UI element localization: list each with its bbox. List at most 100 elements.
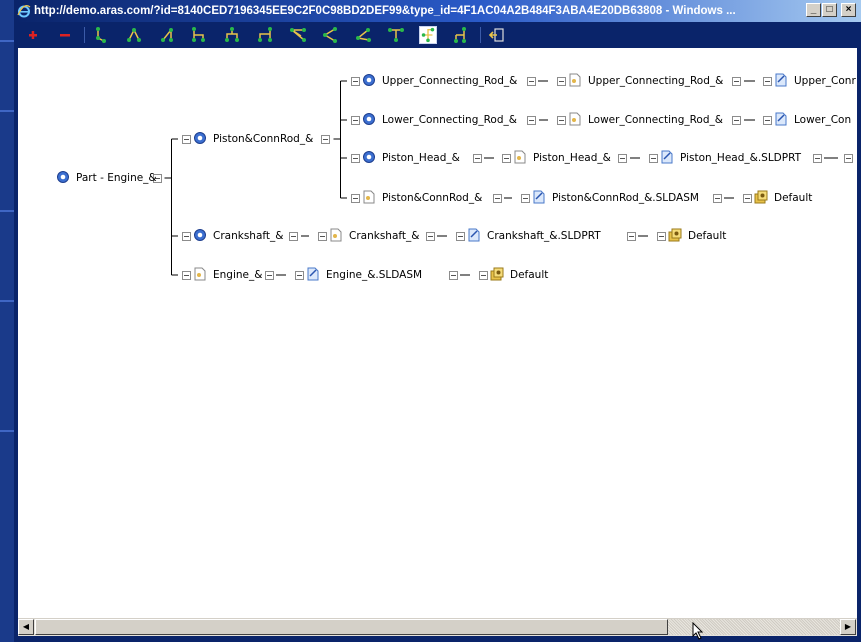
tree-node-engine-doc[interactable]: Engine_&: [193, 267, 262, 283]
desktop-stripe: [0, 210, 14, 212]
layout-angle-icon[interactable]: [321, 26, 339, 44]
tree-node-piston-connrod[interactable]: Piston&ConnRod_&: [193, 131, 313, 147]
tree-node-piston-head-part[interactable]: Piston_Head_&: [362, 150, 460, 166]
collapse-toggle[interactable]: [844, 154, 853, 163]
tree-node-piston-head-cad[interactable]: Piston_Head_&.SLDPRT: [660, 150, 801, 166]
tree-node-engine-cad[interactable]: Engine_&.SLDASM: [306, 267, 422, 283]
collapse-toggle[interactable]: [813, 154, 822, 163]
document-icon: [569, 73, 581, 87]
tree-node-upper-cad[interactable]: Upper_Conr: [774, 73, 856, 89]
collapse-toggle[interactable]: [763, 116, 772, 125]
collapse-toggle[interactable]: [627, 232, 636, 241]
layout-branch-icon[interactable]: [190, 26, 208, 44]
minimize-button[interactable]: _: [806, 3, 821, 17]
collapse-toggle[interactable]: [449, 271, 458, 280]
collapse-toggle[interactable]: [732, 77, 741, 86]
tree-node-pcr-cad[interactable]: Piston&ConnRod_&.SLDASM: [532, 190, 699, 206]
collapse-toggle[interactable]: [351, 154, 360, 163]
cad-file-icon: [533, 190, 545, 204]
collapse-toggle[interactable]: [763, 77, 772, 86]
collapse-toggle[interactable]: [289, 232, 298, 241]
collapse-toggle[interactable]: [318, 232, 327, 241]
collapse-toggle[interactable]: [456, 232, 465, 241]
desktop-stripe: [0, 40, 14, 42]
layout-right-icon[interactable]: [158, 26, 176, 44]
layout-top-branch-icon[interactable]: [387, 26, 405, 44]
title-bar[interactable]: http://demo.aras.com/?id=8140CED7196345E…: [14, 0, 861, 22]
collapse-toggle[interactable]: [182, 135, 191, 144]
configuration-icon: [490, 267, 504, 281]
tree-node-crank-default[interactable]: Default: [668, 228, 726, 244]
tree-node-crank-cad[interactable]: Crankshaft_&.SLDPRT: [467, 228, 601, 244]
collapse-toggle[interactable]: [732, 116, 741, 125]
layout-org-icon[interactable]: [223, 26, 241, 44]
browser-window: http://demo.aras.com/?id=8140CED7196345E…: [14, 0, 861, 642]
plus-icon[interactable]: [24, 26, 42, 44]
layout-balanced-icon[interactable]: [125, 26, 143, 44]
tree-node-lower-cad[interactable]: Lower_Con: [774, 112, 851, 128]
collapse-toggle[interactable]: [713, 194, 722, 203]
scroll-right-button[interactable]: ▶: [840, 619, 856, 635]
collapse-toggle[interactable]: [743, 194, 752, 203]
collapse-toggle[interactable]: [351, 116, 360, 125]
layout-horizontal-tree-icon[interactable]: [419, 26, 437, 44]
desktop-stripe: [0, 110, 14, 112]
scroll-left-button[interactable]: ◀: [18, 619, 34, 635]
layout-angle-alt-icon[interactable]: [354, 26, 372, 44]
document-icon: [330, 228, 342, 242]
collapse-toggle[interactable]: [521, 194, 530, 203]
collapse-toggle[interactable]: [295, 271, 304, 280]
collapse-toggle[interactable]: [351, 77, 360, 86]
collapse-toggle[interactable]: [493, 194, 502, 203]
part-icon: [194, 132, 206, 144]
layout-top-down-icon[interactable]: [92, 26, 110, 44]
collapse-toggle[interactable]: [502, 154, 511, 163]
part-icon: [363, 74, 375, 86]
collapse-toggle[interactable]: [657, 232, 666, 241]
collapse-toggle[interactable]: [527, 77, 536, 86]
tree-node-crank-part[interactable]: Crankshaft_&: [193, 228, 283, 244]
collapse-toggle[interactable]: [473, 154, 482, 163]
configuration-icon: [668, 228, 682, 242]
tree-node-engine-default[interactable]: Default: [490, 267, 548, 283]
horizontal-scrollbar[interactable]: ◀ ▶: [18, 618, 857, 636]
layout-vertical-tree-icon[interactable]: [452, 26, 470, 44]
tree-node-lower-part[interactable]: Lower_Connecting_Rod_&: [362, 112, 517, 128]
collapse-toggle[interactable]: [557, 116, 566, 125]
tree-node-pcr-default[interactable]: Default: [754, 190, 812, 206]
layout-org-right-icon[interactable]: [256, 26, 274, 44]
collapse-toggle[interactable]: [265, 271, 274, 280]
maximize-button[interactable]: □: [822, 3, 837, 17]
tree-node-crank-doc[interactable]: Crankshaft_&: [329, 228, 419, 244]
collapse-toggle[interactable]: [479, 271, 488, 280]
collapse-toggle[interactable]: [182, 271, 191, 280]
minus-icon[interactable]: [56, 26, 74, 44]
configuration-icon: [754, 190, 768, 204]
scroll-thumb[interactable]: [35, 619, 668, 635]
tree-node-upper-doc[interactable]: Upper_Connecting_Rod_&: [568, 73, 723, 89]
tree-node-pcr-doc[interactable]: Piston&ConnRod_&: [362, 190, 482, 206]
ie-icon: [17, 5, 31, 18]
collapse-toggle[interactable]: [321, 135, 330, 144]
tree-node-upper-part[interactable]: Upper_Connecting_Rod_&: [362, 73, 517, 89]
document-icon: [569, 112, 581, 126]
tree-node-root[interactable]: Part - Engine_&: [56, 170, 157, 186]
collapse-toggle[interactable]: [557, 77, 566, 86]
collapse-toggle[interactable]: [182, 232, 191, 241]
document-icon: [194, 267, 206, 281]
window-title: http://demo.aras.com/?id=8140CED7196345E…: [34, 5, 736, 17]
connector-lines: [164, 80, 838, 276]
layout-left-fan-icon[interactable]: [289, 26, 307, 44]
toolbar-separator: [480, 27, 481, 43]
collapse-toggle[interactable]: [351, 194, 360, 203]
tree-node-piston-head-doc[interactable]: Piston_Head_&: [513, 150, 611, 166]
collapse-toggle[interactable]: [618, 154, 627, 163]
collapse-toggle[interactable]: [649, 154, 658, 163]
tree-node-lower-doc[interactable]: Lower_Connecting_Rod_&: [568, 112, 723, 128]
exit-icon[interactable]: [488, 26, 506, 44]
desktop-stripe: [0, 430, 14, 432]
close-button[interactable]: ×: [841, 3, 856, 17]
collapse-toggle[interactable]: [426, 232, 435, 241]
toolbar-separator: [84, 27, 85, 43]
collapse-toggle[interactable]: [527, 116, 536, 125]
